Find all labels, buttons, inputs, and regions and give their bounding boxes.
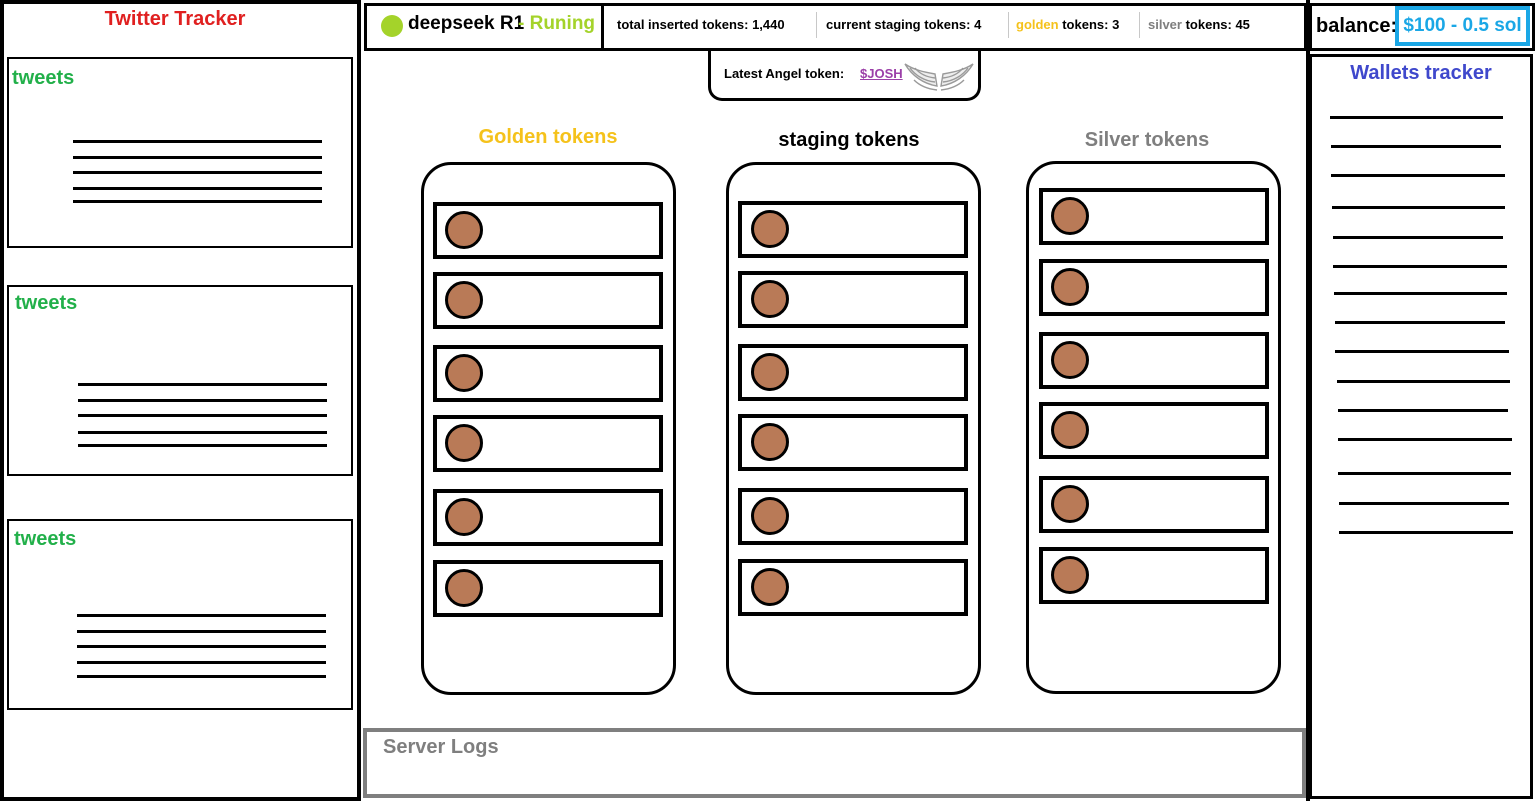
staging-tokens-title: staging tokens [778,129,920,151]
token-coin-icon [1051,197,1089,235]
tweet-line [73,140,322,143]
token-coin-icon [445,211,483,249]
token-coin-icon [751,568,789,606]
tweet-line [77,645,326,648]
balance-value[interactable]: $100 - 0.5 sol [1395,6,1530,46]
tweet-card[interactable]: tweets [7,57,353,248]
golden-token-row[interactable] [433,202,663,259]
token-coin-icon [751,280,789,318]
wallet-line [1339,531,1513,534]
staging-token-row[interactable] [738,201,968,258]
golden-token-row[interactable] [433,345,663,402]
silver-token-row[interactable] [1039,476,1269,533]
tweet-line [78,414,327,417]
wallet-line [1334,292,1507,295]
golden-tokens-count: golden tokens: 3 [1016,17,1119,32]
divider [1139,12,1140,38]
tweet-line [78,383,327,386]
silver-token-row[interactable] [1039,332,1269,389]
wallet-line [1337,380,1510,383]
silver-token-row[interactable] [1039,188,1269,245]
staging-token-row[interactable] [738,488,968,545]
tweet-card[interactable]: tweets [7,285,353,476]
silver-tokens-title: Silver tokens [1084,129,1210,151]
balance-label: balance: [1316,15,1398,37]
golden-token-row[interactable] [433,489,663,546]
tweet-line [73,171,322,174]
token-coin-icon [445,424,483,462]
token-coin-icon [751,210,789,248]
wallet-line [1338,472,1511,475]
tweet-line [78,444,327,447]
token-coin-icon [1051,341,1089,379]
silver-tokens-count: silver tokens: 45 [1148,17,1250,32]
silver-word: silver [1148,17,1182,32]
wallet-line [1331,145,1501,148]
golden-token-row[interactable] [433,415,663,472]
wallet-line [1330,116,1503,119]
tweet-line [73,200,322,203]
tweet-line [77,614,326,617]
wallet-line [1338,409,1508,412]
wallets-tracker-title: Wallets tracker [1350,62,1492,84]
staging-token-row[interactable] [738,414,968,471]
token-coin-icon [445,281,483,319]
current-staging-tokens: current staging tokens: 4 [826,17,982,32]
tweet-card-label: tweets [15,292,78,314]
golden-count: tokens: 3 [1058,17,1120,32]
token-coin-icon [1051,268,1089,306]
wallet-line [1338,438,1512,441]
divider [816,12,817,38]
tweet-card-label: tweets [12,67,75,89]
token-coin-icon [445,354,483,392]
tweet-line [78,431,327,434]
token-coin-icon [445,498,483,536]
tweet-line [73,156,322,159]
token-coin-icon [1051,556,1089,594]
token-coin-icon [1051,411,1089,449]
token-coin-icon [751,497,789,535]
tweet-line [77,661,326,664]
silver-token-row[interactable] [1039,402,1269,459]
angel-token-link[interactable]: $JOSH [860,66,903,81]
total-inserted-tokens: total inserted tokens: 1,440 [617,17,785,32]
token-coin-icon [751,423,789,461]
wallet-line [1335,321,1505,324]
golden-token-row[interactable] [433,272,663,329]
silver-count: tokens: 45 [1181,17,1250,32]
tweet-line [73,187,322,190]
tweet-line [78,399,327,402]
wallet-line [1335,350,1509,353]
status-indicator-icon [381,15,403,37]
token-coin-icon [1051,485,1089,523]
silver-token-row[interactable] [1039,547,1269,604]
tweet-line [77,675,326,678]
token-coin-icon [751,353,789,391]
staging-token-row[interactable] [738,271,968,328]
token-coin-icon [445,569,483,607]
staging-token-row[interactable] [738,344,968,401]
angel-label: Latest Angel token: [724,66,845,81]
server-logs-title: Server Logs [383,736,499,758]
staging-token-row[interactable] [738,559,968,616]
twitter-tracker-title: Twitter Tracker [104,8,246,30]
wallet-line [1333,236,1503,239]
server-logs-panel[interactable] [363,728,1306,798]
wallets-tracker-panel [1309,54,1533,799]
divider [1008,12,1009,38]
silver-token-row[interactable] [1039,259,1269,316]
wallet-line [1332,206,1505,209]
model-name: deepseek R1 [408,13,525,34]
wallet-line [1339,502,1509,505]
golden-tokens-title: Golden tokens [478,126,618,148]
wallet-line [1333,265,1507,268]
tweet-card-label: tweets [14,528,77,550]
model-status: - Runing [518,13,596,34]
golden-token-row[interactable] [433,560,663,617]
angel-wings-icon [904,63,974,91]
golden-word: golden [1016,17,1059,32]
tweet-line [77,630,326,633]
wallet-line [1331,174,1505,177]
